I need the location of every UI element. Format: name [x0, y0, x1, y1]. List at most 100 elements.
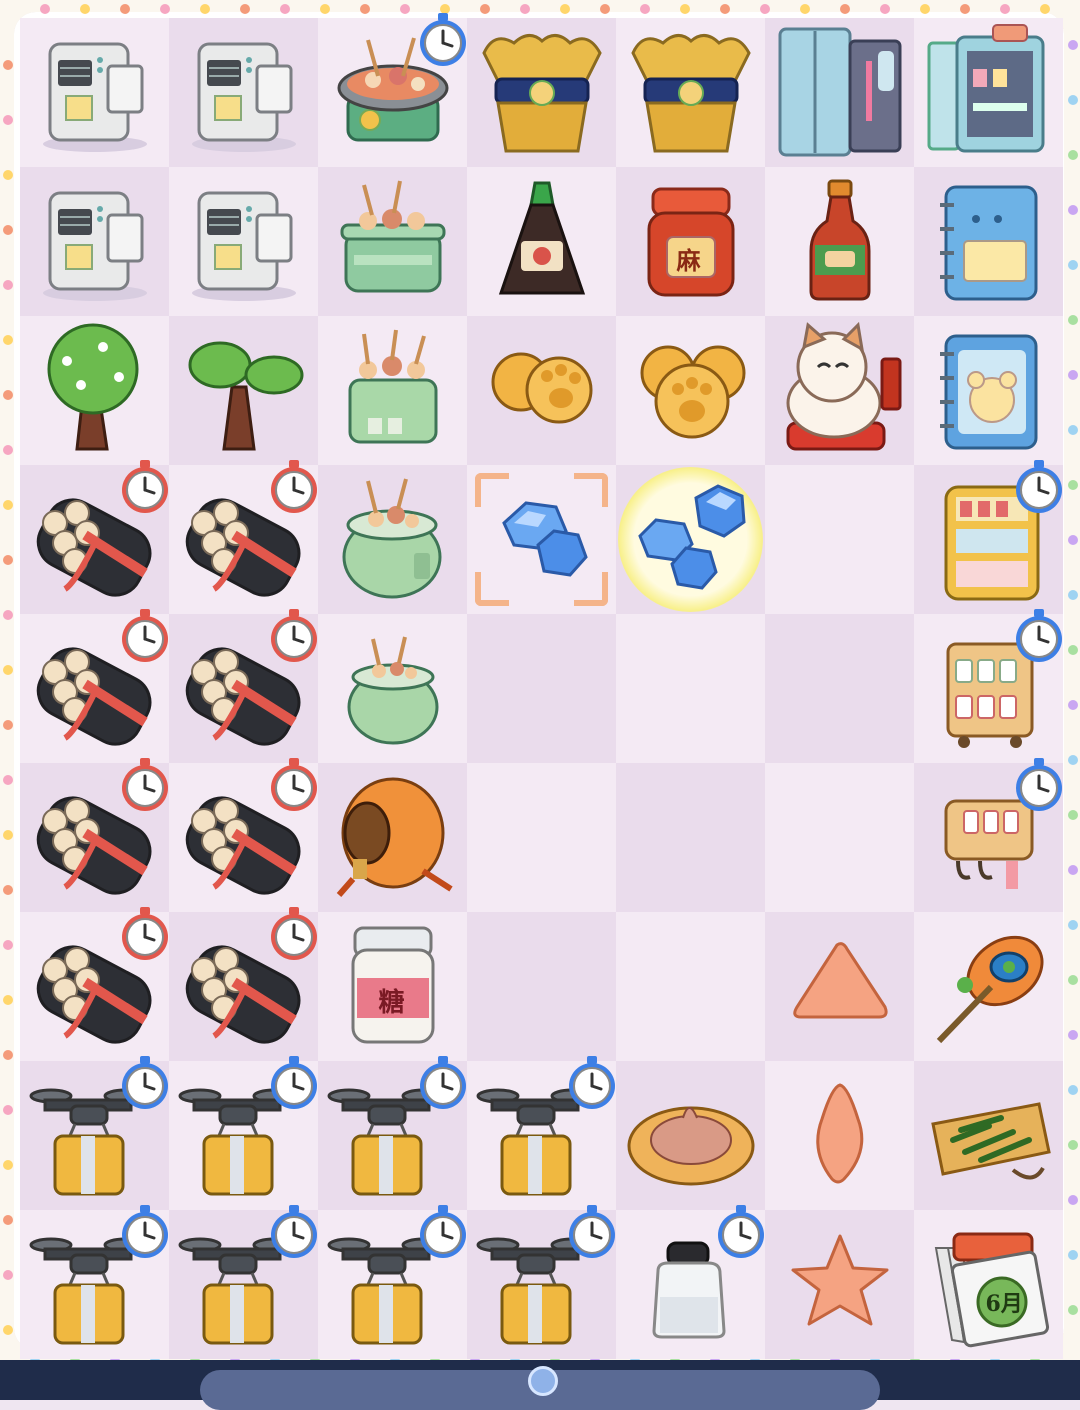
peacock-feather-icon[interactable] [921, 917, 1056, 1056]
board-cell[interactable] [20, 1056, 169, 1210]
board-cell[interactable] [169, 1205, 318, 1359]
small-tree-icon[interactable] [176, 321, 311, 460]
board-cell[interactable] [20, 460, 169, 614]
chili-jar-icon[interactable]: 麻 [631, 175, 751, 309]
board-cell[interactable] [765, 316, 914, 465]
board-cell[interactable] [616, 1061, 765, 1210]
board-cell[interactable] [467, 614, 616, 763]
board-cell[interactable]: 6月 [914, 1210, 1063, 1359]
soy-sauce-bottle-icon[interactable] [487, 175, 597, 309]
board-cell[interactable] [318, 1205, 467, 1359]
board-cell[interactable] [616, 316, 765, 465]
board-cell[interactable]: 麻 [616, 167, 765, 316]
board-cell[interactable] [169, 167, 318, 316]
board-cell[interactable] [169, 18, 318, 167]
board-cell[interactable] [914, 758, 1063, 912]
skewer-rice-cooker-icon[interactable] [328, 473, 458, 607]
board-cell[interactable] [914, 609, 1063, 763]
bear-notebook-icon[interactable] [924, 324, 1054, 458]
board-cell[interactable] [765, 167, 914, 316]
board-cell[interactable] [467, 763, 616, 912]
board-cell[interactable] [616, 1205, 765, 1359]
board-cell[interactable] [467, 1205, 616, 1359]
receipt-printer-icon[interactable] [30, 175, 160, 309]
paw-cookies-large-icon[interactable] [626, 329, 756, 453]
blue-gems-large-icon[interactable] [626, 478, 756, 602]
golden-pouch-icon[interactable] [474, 23, 609, 162]
board-cell[interactable] [914, 316, 1063, 465]
panel-handle-icon[interactable] [528, 1366, 558, 1396]
green-beans-tray-icon[interactable] [921, 1074, 1056, 1198]
flowering-tree-icon[interactable] [27, 321, 162, 460]
board-cell[interactable] [914, 460, 1063, 614]
sprinkle [720, 4, 730, 14]
cookie-triangle-icon[interactable] [785, 935, 895, 1039]
board-cell[interactable] [169, 907, 318, 1061]
board-cell[interactable] [616, 912, 765, 1061]
board-cell[interactable] [318, 13, 467, 167]
board-cell[interactable] [467, 316, 616, 465]
board-cell[interactable] [20, 1205, 169, 1359]
board-cell[interactable] [318, 763, 467, 912]
board-cell[interactable] [467, 18, 616, 167]
orange-barrel-icon[interactable] [323, 771, 463, 905]
board-cell[interactable]: 糖 [318, 912, 467, 1061]
board-cell[interactable] [914, 167, 1063, 316]
board-cell[interactable] [616, 763, 765, 912]
board-cell[interactable] [467, 912, 616, 1061]
board-cell[interactable] [467, 1056, 616, 1210]
board-cell[interactable] [20, 316, 169, 465]
meat-floss-plate-icon[interactable] [623, 1074, 758, 1198]
board-cell[interactable] [616, 18, 765, 167]
board-cell[interactable] [914, 18, 1063, 167]
board-cell[interactable] [169, 1056, 318, 1210]
board-cell[interactable] [765, 1061, 914, 1210]
skewer-box-icon[interactable] [328, 324, 458, 458]
golden-pouch-icon[interactable] [623, 23, 758, 162]
board-cell[interactable] [765, 18, 914, 167]
board-cell[interactable] [169, 460, 318, 614]
sauce-bottle-icon[interactable] [795, 175, 885, 309]
cookie-star-icon[interactable] [785, 1228, 895, 1342]
paw-cookies-small-icon[interactable] [477, 334, 607, 448]
board-cell[interactable] [20, 758, 169, 912]
board-cell[interactable] [467, 167, 616, 316]
board-cell[interactable] [616, 465, 765, 614]
board-cell[interactable] [765, 614, 914, 763]
board-cell[interactable] [318, 316, 467, 465]
small-rice-cooker-icon[interactable] [333, 627, 453, 751]
board-cell[interactable] [20, 167, 169, 316]
board-cell[interactable] [914, 1061, 1063, 1210]
skewer-steamer-icon[interactable] [328, 175, 458, 309]
sprinkle [400, 4, 410, 14]
board-cell[interactable] [765, 1210, 914, 1359]
lucky-cat-icon[interactable] [770, 319, 910, 463]
board-cell[interactable] [20, 609, 169, 763]
board-cell[interactable] [318, 614, 467, 763]
blue-gems-small-icon[interactable] [482, 483, 602, 597]
cookie-diamond-icon[interactable] [800, 1079, 880, 1193]
receipt-printer-icon[interactable] [179, 26, 309, 160]
board-cell[interactable] [318, 167, 467, 316]
receipt-printer-icon[interactable] [179, 175, 309, 309]
board-cell[interactable] [169, 609, 318, 763]
board-cell[interactable] [169, 316, 318, 465]
sugar-jar-icon[interactable]: 糖 [343, 920, 443, 1054]
board-cell-selected[interactable] [467, 465, 616, 614]
blue-notebook-icon[interactable] [924, 175, 1054, 309]
board-cell[interactable] [318, 1056, 467, 1210]
sprinkle [3, 500, 13, 510]
board-cell[interactable] [169, 758, 318, 912]
board-cell[interactable] [765, 763, 914, 912]
open-fridge-icon[interactable] [921, 23, 1056, 162]
board-cell[interactable] [914, 912, 1063, 1061]
board-cell[interactable] [765, 912, 914, 1061]
calendar-icon[interactable]: 6月 [924, 1218, 1054, 1352]
board-cell[interactable] [765, 465, 914, 614]
board-cell[interactable] [20, 907, 169, 1061]
board-cell[interactable] [318, 465, 467, 614]
receipt-printer-icon[interactable] [30, 26, 160, 160]
board-cell[interactable] [616, 614, 765, 763]
blue-locker-icon[interactable] [770, 21, 910, 165]
board-cell[interactable] [20, 18, 169, 167]
